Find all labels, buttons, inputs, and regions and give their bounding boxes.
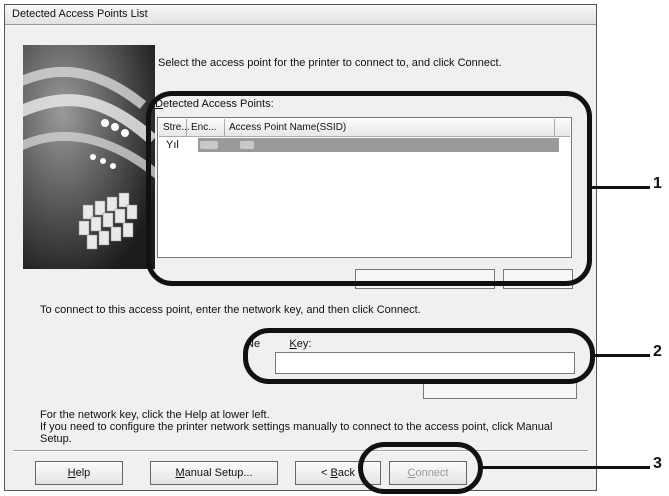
back-button-mnemonic: B [330,467,338,479]
callout-leader-3 [482,466,650,469]
back-button-prefix: < [321,467,331,479]
help-text: For the network key, click the Help at l… [40,409,570,445]
help-button-rest: elp [75,467,91,479]
connect-instruction-text: To connect to this access point, enter t… [40,304,421,316]
callout-box-1 [146,91,592,286]
manual-setup-button[interactable]: Manual Setup... [150,461,278,485]
callout-number-1: 1 [653,175,662,192]
button-separator [13,450,588,452]
setup-artwork-graphic [23,45,155,269]
back-button-rest: ack [337,467,355,479]
manual-setup-button-rest: anual Setup... [184,467,253,479]
setup-artwork [23,45,155,269]
help-button[interactable]: Help [35,461,123,485]
instruction-text: Select the access point for the printer … [158,57,502,69]
title-bar[interactable]: Detected Access Points List [5,5,596,25]
window-title: Detected Access Points List [12,8,148,20]
callout-box-2 [243,328,595,384]
callout-leader-2 [593,354,650,357]
help-text-body: For the network key, click the Help at l… [40,409,553,445]
help-button-mnemonic: H [67,467,76,479]
callout-number-3: 3 [653,455,662,472]
callout-box-3 [358,442,483,494]
callout-number-2: 2 [653,343,662,360]
manual-setup-button-mnemonic: M [175,467,185,479]
callout-leader-1 [590,186,650,189]
